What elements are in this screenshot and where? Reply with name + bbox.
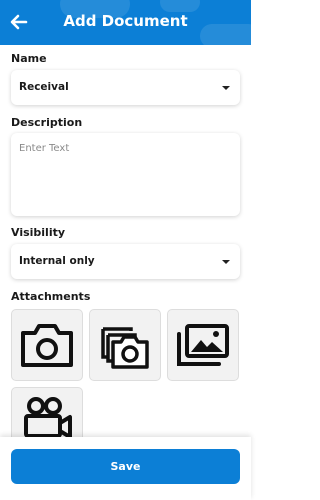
multiple-photos-icon (101, 327, 149, 369)
visibility-label: Visibility (11, 226, 66, 239)
name-select[interactable]: Receival (11, 70, 240, 105)
app-header: Add Document (0, 0, 251, 45)
chevron-down-icon (222, 86, 230, 90)
attach-gallery-button[interactable] (167, 309, 239, 381)
description-field[interactable] (11, 133, 240, 216)
name-label: Name (11, 52, 47, 65)
chevron-down-icon (222, 260, 230, 264)
name-value: Receival (19, 81, 69, 93)
visibility-value: Internal only (19, 255, 95, 267)
attachments-label: Attachments (11, 290, 91, 303)
save-button[interactable]: Save (11, 449, 240, 484)
description-label: Description (11, 116, 83, 129)
page-title: Add Document (63, 12, 188, 30)
gallery-icon (177, 324, 229, 366)
visibility-select[interactable]: Internal only (11, 244, 240, 279)
camera-icon (21, 324, 73, 367)
attach-multiple-button[interactable] (89, 309, 161, 381)
attach-camera-button[interactable] (11, 309, 83, 381)
video-camera-icon (24, 397, 72, 439)
